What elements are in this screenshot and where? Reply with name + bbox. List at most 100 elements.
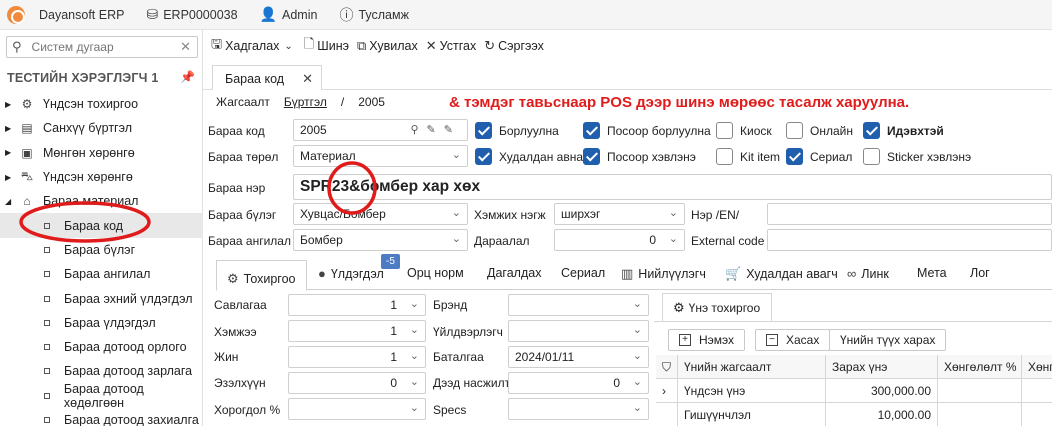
tab-depend[interactable]: Дагалдах	[487, 266, 541, 280]
tab-price-settings[interactable]: ⚙ Үнэ тохиргоо	[662, 293, 772, 321]
delete-button[interactable]: ✕ Устгах	[426, 38, 476, 54]
checkbox-sell[interactable]: Борлуулна	[475, 122, 559, 139]
checkbox-box[interactable]	[716, 148, 733, 165]
breadcrumb-form[interactable]: Бүртгэл	[284, 95, 327, 109]
stepper-icon[interactable]: ⌄	[633, 375, 642, 388]
name-en-input[interactable]	[767, 203, 1052, 225]
checkbox-box[interactable]	[475, 148, 492, 165]
remove-price-button[interactable]: − Хасах	[755, 329, 831, 351]
refresh-button[interactable]: ↻ Сэргээх	[484, 38, 544, 54]
checkbox-box[interactable]	[786, 122, 803, 139]
tab-link[interactable]: ∞ Линк	[847, 266, 889, 281]
tab-balance[interactable]: ● Үлдэгдэл	[318, 266, 384, 281]
checkbox-box[interactable]	[863, 148, 880, 165]
header-discount[interactable]: Хөнгөлөлт %	[938, 355, 1022, 379]
tab-serial[interactable]: Сериал	[561, 266, 605, 280]
expand-icon[interactable]: ▶	[5, 100, 19, 109]
checkbox-serial[interactable]: Сериал	[786, 148, 852, 165]
add-price-button[interactable]: + Нэмэх	[668, 329, 746, 351]
sidebar-subitem-internal-income[interactable]: Бараа дотоод орлого	[0, 335, 203, 359]
code-field[interactable]: 2005 ⚲✎✎	[293, 119, 468, 141]
tab-log[interactable]: Лог	[970, 266, 990, 280]
collapse-icon[interactable]: ◢	[5, 197, 19, 206]
sidebar-subitem-opening-balance[interactable]: Бараа эхний үлдэгдэл	[0, 286, 203, 310]
stepper-icon[interactable]: ⌄	[669, 232, 678, 245]
checkbox-box[interactable]	[475, 122, 492, 139]
sidebar-subitem-balance[interactable]: Бараа үлдэгдэл	[0, 311, 203, 335]
checkbox-buy[interactable]: Худалдан авна	[475, 148, 583, 165]
search-input[interactable]	[31, 40, 172, 54]
table-row[interactable]: Гишүүнчлэл 10,000.00	[656, 403, 1052, 426]
header-price-list[interactable]: Үнийн жагсаалт	[678, 355, 826, 379]
maker-select[interactable]: ⌄	[508, 320, 649, 342]
tab-item-code[interactable]: Бараа код ✕	[212, 65, 322, 90]
sidebar-item-settings[interactable]: ▶ ⚙ Үндсэн тохиргоо	[0, 92, 203, 116]
class-select[interactable]: Бомбер ⌄	[293, 229, 468, 251]
weight-input[interactable]: 1 ⌄	[288, 346, 426, 368]
expand-icon[interactable]: ▶	[5, 148, 19, 157]
name-input[interactable]: SPR23&бомбер хар хөх	[293, 174, 1052, 200]
checkbox-box[interactable]	[786, 148, 803, 165]
sidebar-subitem-internal-expense[interactable]: Бараа дотоод зарлага	[0, 359, 203, 383]
group-select[interactable]: Хувцас/Бомбер ⌄	[293, 203, 468, 225]
capacity-input[interactable]: 0 ⌄	[288, 372, 426, 394]
shelf-life-input[interactable]: 0 ⌄	[508, 372, 649, 394]
help-button[interactable]: ⓘ Тусламж	[339, 5, 409, 25]
specs-select[interactable]: ⌄	[508, 398, 649, 420]
ext-code-input[interactable]	[767, 229, 1052, 251]
type-select[interactable]: Материал ⌄	[293, 145, 468, 167]
stepper-icon[interactable]: ⌄	[410, 323, 419, 336]
sidebar-subitem-item-group[interactable]: Бараа бүлэг	[0, 238, 203, 262]
field-actions-icon[interactable]: ⚲✎✎	[411, 123, 462, 136]
save-button[interactable]: 🖫 Хадгалах ⌄	[211, 35, 296, 57]
pin-icon[interactable]: 📌	[180, 70, 195, 84]
warranty-date[interactable]: 2024/01/11 ⌄	[508, 346, 649, 368]
sidebar-subitem-item-class[interactable]: Бараа ангилал	[0, 262, 203, 286]
checkbox-active[interactable]: Идэвхтэй	[863, 122, 944, 139]
checkbox-sticker[interactable]: Sticker хэвлэнэ	[863, 148, 971, 165]
table-row[interactable]: › Үндсэн үнэ 300,000.00	[656, 379, 1052, 403]
checkbox-pos-sell[interactable]: Посоор борлуулна	[583, 122, 711, 139]
checkbox-box[interactable]	[716, 122, 733, 139]
expand-icon[interactable]: ▶	[5, 173, 19, 182]
discount-select[interactable]: ⌄	[288, 398, 426, 420]
unit-select[interactable]: ширхэг ⌄	[554, 203, 685, 225]
checkbox-box[interactable]	[863, 122, 880, 139]
tab-supplier[interactable]: ▥ Нийлүүлэгч	[621, 266, 706, 282]
sidebar-search[interactable]: ⚲ ✕	[6, 36, 198, 58]
header-sell-price[interactable]: Зарах үнэ	[826, 355, 938, 379]
volume-input[interactable]: 1 ⌄	[288, 294, 426, 316]
expand-icon[interactable]: ▶	[5, 124, 19, 133]
measure-input[interactable]: 1 ⌄	[288, 320, 426, 342]
checkbox-kiosk[interactable]: Киоск	[716, 122, 772, 139]
sidebar-item-assets[interactable]: ▶ ⛍ Үндсэн хөрөнгө	[0, 165, 203, 189]
stepper-icon[interactable]: ⌄	[410, 297, 419, 310]
sidebar-subitem-internal-move[interactable]: Бараа дотоод хөдөлгөөн	[0, 382, 203, 410]
sidebar-subitem-internal-order[interactable]: Бараа дотоод захиалга	[0, 408, 203, 426]
checkbox-kit-item[interactable]: Kit item	[716, 148, 780, 165]
chevron-down-icon[interactable]: ⌄	[284, 41, 292, 52]
sidebar-item-finance[interactable]: ▶ ▤ Санхүү бүртгэл	[0, 116, 203, 140]
sidebar-item-cash[interactable]: ▶ ▣ Мөнгөн хөрөнгө	[0, 141, 203, 165]
copy-button[interactable]: ⧉ Хувилах	[357, 38, 418, 54]
filter-icon[interactable]: ⛉	[656, 355, 678, 379]
header-more[interactable]: Хөнг	[1022, 355, 1052, 379]
checkbox-pos-print[interactable]: Посоор хэвлэнэ	[583, 148, 696, 165]
close-icon[interactable]: ✕	[302, 71, 313, 87]
tab-meta[interactable]: Мета	[917, 266, 947, 280]
checkbox-online[interactable]: Онлайн	[786, 122, 853, 139]
doc-number-button[interactable]: ⛁ ERP0000038	[146, 6, 237, 23]
close-icon[interactable]: ✕	[180, 39, 191, 55]
order-input[interactable]: 0 ⌄	[554, 229, 685, 251]
checkbox-box[interactable]	[583, 122, 600, 139]
brand-select[interactable]: ⌄	[508, 294, 649, 316]
stepper-icon[interactable]: ⌄	[410, 375, 419, 388]
breadcrumb-list[interactable]: Жагсаалт	[216, 95, 270, 109]
new-button[interactable]: 🗋 Шинэ	[304, 35, 349, 57]
user-button[interactable]: 👤 Admin	[260, 6, 318, 23]
sidebar-item-inventory[interactable]: ◢ ⌂ Бараа материал	[0, 189, 203, 213]
tab-norm[interactable]: Орц норм	[407, 266, 464, 280]
checkbox-box[interactable]	[583, 148, 600, 165]
tab-settings[interactable]: ⚙ Тохиргоо	[216, 260, 307, 291]
sidebar-subitem-item-code[interactable]: Бараа код	[0, 213, 203, 238]
